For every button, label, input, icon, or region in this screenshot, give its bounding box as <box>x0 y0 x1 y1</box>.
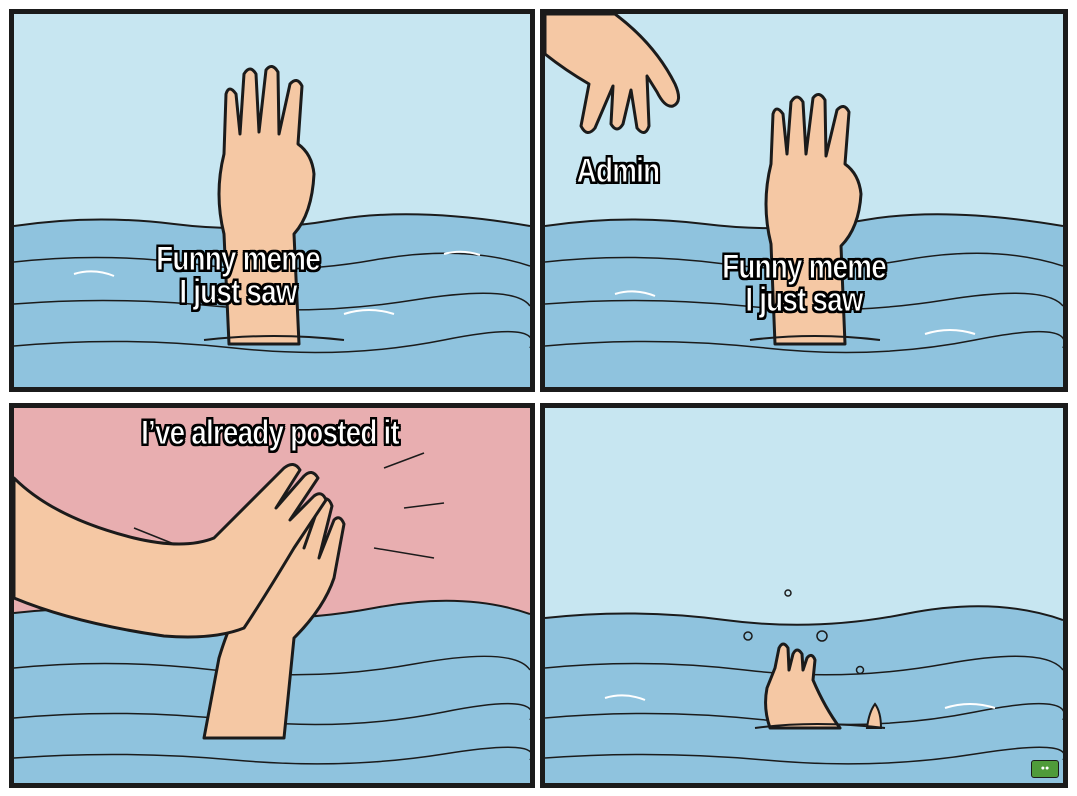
panel-3-illustration <box>14 408 530 783</box>
brand-badge-icon: ●● <box>1031 760 1059 778</box>
caption-line-2: I just saw <box>745 281 864 319</box>
panel-high-five <box>9 403 535 788</box>
caption-funny-meme-panel-2: Funny meme I just saw <box>706 248 903 319</box>
caption-line-1: Funny meme <box>722 248 887 286</box>
caption-already-posted: I’ve already posted it <box>141 414 400 452</box>
caption-line-1: Funny meme <box>156 240 321 278</box>
caption-funny-meme-panel-1: Funny meme I just saw <box>140 240 337 311</box>
caption-admin: Admin <box>576 152 660 190</box>
panel-4-illustration <box>545 408 1063 783</box>
panel-drowning-hand <box>9 9 535 392</box>
caption-line-2: I just saw <box>179 273 298 311</box>
panel-2-illustration <box>545 14 1063 387</box>
panel-admin-reaching <box>540 9 1068 392</box>
panel-sinking-hand <box>540 403 1068 788</box>
panel-1-illustration <box>14 14 530 387</box>
meme-page: Funny meme I just saw Admin Funny meme I… <box>0 0 1077 796</box>
